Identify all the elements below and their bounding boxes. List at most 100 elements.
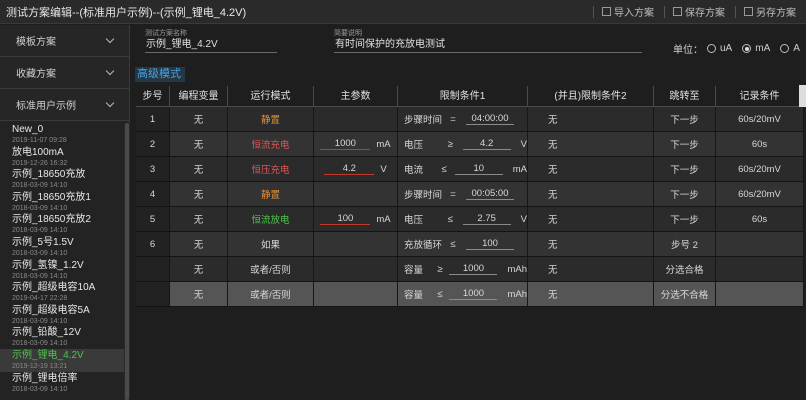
main-param-cell[interactable]: 1000 mA [314,132,398,156]
sidebar-plan-item[interactable]: 示例_锂电_4.2V 2019-12-19 13:21 [0,348,124,372]
jump-to-cell[interactable]: 下一步 [654,207,716,231]
limit-operator[interactable]: ≥ [438,139,463,150]
record-condition-cell[interactable]: 60s/20mV [716,157,804,181]
limit-operator[interactable]: ≥ [430,264,449,275]
limit-condition-1-cell[interactable]: 电压 ≥4.2 V [398,132,528,156]
jump-to-cell[interactable]: 步号 2 [654,232,716,256]
limit-condition-2-cell[interactable]: 无 [528,132,654,156]
table-row[interactable]: 2 无恒流充电 1000 mA 电压 ≥4.2 V 无下一步 60s [136,132,804,157]
main-param-cell[interactable] [314,232,398,256]
unit-radio-a[interactable] [780,44,790,53]
limit-condition-1-cell[interactable]: 步骤时间 = 00:05:00 [398,182,528,206]
program-variable-cell[interactable]: 无 [170,157,228,181]
table-row[interactable]: 无或者/否则 容量 ≥1000 mAh 无分选合格 [136,257,804,282]
table-row[interactable]: 无或者/否则 容量 ≤1000 mAh 无分选不合格 [136,282,804,307]
run-mode-cell[interactable]: 静置 [228,182,314,206]
jump-to-cell[interactable]: 分选不合格 [654,282,716,306]
sidebar-scroll-thumb[interactable] [125,123,129,400]
limit-operator[interactable]: ≤ [440,239,466,250]
save-plan-button[interactable]: 保存方案 [673,4,725,19]
sidebar-scrollbar[interactable] [124,123,130,400]
run-mode-cell[interactable]: 恒流充电 [228,132,314,156]
main-param-cell[interactable] [314,107,398,131]
jump-to-cell[interactable]: 下一步 [654,132,716,156]
sidebar-plan-item[interactable]: 放电100mA 2019-12-26 16:32 [0,146,124,169]
limit-operator[interactable]: ≤ [438,214,463,225]
limit-operator[interactable]: = [440,114,466,125]
limit-operator[interactable]: ≤ [433,164,454,175]
limit-condition-1-cell[interactable]: 容量 ≤1000 mAh [398,282,528,306]
sidebar-plan-item[interactable]: 示例_铅酸_12V 2018-03-09 14:10 [0,326,124,349]
table-row[interactable]: 6 无如果 充放循环 ≤100 无步号 2 [136,232,804,257]
main-param-input[interactable]: 100 [320,213,371,225]
main-param-cell[interactable] [314,257,398,281]
sidebar-plan-item[interactable]: New_0 2019-11-07 09:28 [0,123,124,146]
limit-condition-2-cell[interactable]: 无 [528,207,654,231]
table-row[interactable]: 1 无静置 步骤时间 = 04:00:00 无下一步 60s/20mV [136,107,804,132]
record-condition-cell[interactable]: 60s/20mV [716,107,804,131]
program-variable-cell[interactable]: 无 [170,132,228,156]
program-variable-cell[interactable]: 无 [170,282,228,306]
jump-to-cell[interactable]: 下一步 [654,157,716,181]
limit-value-input[interactable]: 10 [454,163,503,175]
jump-to-cell[interactable]: 分选合格 [654,257,716,281]
table-row[interactable]: 4 无静置 步骤时间 = 00:05:00 无下一步 60s/20mV [136,182,804,207]
main-param-input[interactable]: 4.2 [324,163,375,175]
sidebar-plan-item[interactable]: 示例_18650充放2 2018-03-09 14:10 [0,213,124,236]
sidebar-section-favorites[interactable]: 收藏方案 [0,57,129,89]
program-variable-cell[interactable]: 无 [170,257,228,281]
sidebar-section-user-examples[interactable]: 标准用户示例 [0,89,129,121]
table-row[interactable]: 5 无恒流放电 100 mA 电压 ≤2.75 V 无下一步 60s [136,207,804,232]
record-condition-cell[interactable]: 60s/20mV [716,182,804,206]
limit-value-input[interactable]: 00:05:00 [466,188,514,200]
limit-value-input[interactable]: 1000 [449,263,498,275]
program-variable-cell[interactable]: 无 [170,232,228,256]
limit-condition-2-cell[interactable]: 无 [528,182,654,206]
sidebar-section-templates[interactable]: 模板方案 [0,25,129,57]
limit-value-input[interactable]: 04:00:00 [466,113,514,125]
record-condition-cell[interactable] [716,232,804,256]
main-param-cell[interactable]: 100 mA [314,207,398,231]
sidebar-plan-item[interactable]: 示例_18650充放1 2018-03-09 14:10 [0,191,124,214]
limit-condition-1-cell[interactable]: 电压 ≤2.75 V [398,207,528,231]
run-mode-cell[interactable]: 恒流放电 [228,207,314,231]
limit-condition-2-cell[interactable]: 无 [528,257,654,281]
limit-operator[interactable]: ≤ [430,289,449,300]
limit-value-input[interactable]: 1000 [449,288,498,300]
limit-value-input[interactable]: 2.75 [462,213,511,225]
import-plan-button[interactable]: 导入方案 [602,4,654,19]
advanced-mode-tab[interactable]: 高级模式 [135,67,185,82]
limit-operator[interactable]: = [440,189,466,200]
record-condition-cell[interactable] [716,257,804,281]
save-as-plan-button[interactable]: 另存方案 [744,4,796,19]
sidebar-plan-item[interactable]: 示例_18650充放 2018-03-09 14:10 [0,168,124,191]
jump-to-cell[interactable]: 下一步 [654,107,716,131]
limit-condition-2-cell[interactable]: 无 [528,157,654,181]
sidebar-plan-item[interactable]: 示例_超级电容5A 2018-03-09 14:10 [0,304,124,327]
record-condition-cell[interactable]: 60s [716,132,804,156]
limit-condition-1-cell[interactable]: 电流 ≤10 mA [398,157,528,181]
unit-radio-ma[interactable] [742,44,752,53]
limit-value-input[interactable]: 100 [466,238,514,250]
limit-value-input[interactable]: 4.2 [462,138,511,150]
unit-radio-ua[interactable] [707,44,716,53]
run-mode-cell[interactable]: 恒压充电 [228,157,314,181]
program-variable-cell[interactable]: 无 [170,207,228,231]
run-mode-cell[interactable]: 静置 [228,107,314,131]
limit-condition-2-cell[interactable]: 无 [528,282,654,306]
main-param-cell[interactable] [314,182,398,206]
sidebar-plan-item[interactable]: 示例_氢镍_1.2V 2018-03-09 14:10 [0,259,124,282]
jump-to-cell[interactable]: 下一步 [654,182,716,206]
sidebar-plan-item[interactable]: 示例_锂电倍率 2018-03-09 14:10 [0,372,124,395]
main-param-cell[interactable] [314,282,398,306]
record-condition-cell[interactable] [716,282,804,306]
limit-condition-2-cell[interactable]: 无 [528,232,654,256]
main-param-input[interactable]: 1000 [320,138,371,150]
limit-condition-1-cell[interactable]: 步骤时间 = 04:00:00 [398,107,528,131]
limit-condition-2-cell[interactable]: 无 [528,107,654,131]
record-condition-cell[interactable]: 60s [716,207,804,231]
limit-condition-1-cell[interactable]: 充放循环 ≤100 [398,232,528,256]
run-mode-cell[interactable]: 或者/否则 [228,257,314,281]
program-variable-cell[interactable]: 无 [170,182,228,206]
main-param-cell[interactable]: 4.2 V [314,157,398,181]
